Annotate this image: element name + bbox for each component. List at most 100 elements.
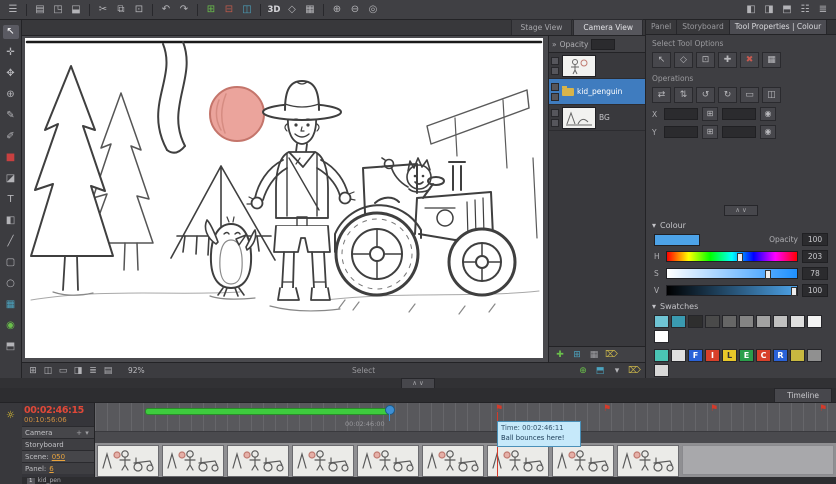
open-scene-icon[interactable]: ◳ [50, 3, 66, 17]
toggle-left-panel-icon[interactable]: ◧ [743, 3, 759, 17]
panel-thumbnail[interactable] [357, 445, 419, 477]
chevron-down-icon[interactable]: ▾ [652, 221, 656, 230]
colour-swatch[interactable] [671, 349, 686, 362]
current-colour-swatch[interactable] [654, 233, 700, 246]
distribute-icon[interactable]: ◫ [762, 87, 781, 103]
redo-icon[interactable]: ↷ [176, 3, 192, 17]
eraser-tool-icon[interactable]: ◪ [3, 172, 19, 186]
timeline-bottom-track[interactable]: 1 kid_pen [22, 477, 836, 484]
collapse-panel-icon[interactable]: » [552, 40, 557, 49]
colour-swatch[interactable]: L [722, 349, 737, 362]
lasso-select-icon[interactable]: ◇ [674, 52, 693, 68]
colour-swatch[interactable] [654, 364, 669, 377]
undo-icon[interactable]: ↶ [158, 3, 174, 17]
colour-swatch[interactable] [654, 330, 669, 343]
storyboard-track-header[interactable]: Storyboard [22, 438, 94, 450]
ellipse-tool-icon[interactable]: ○ [3, 277, 19, 291]
colour-swatch[interactable] [705, 315, 720, 328]
layer-lock-toggle[interactable] [551, 118, 559, 127]
fit-to-panel-icon[interactable]: ▭ [740, 87, 759, 103]
snap-option-icon[interactable]: ⊡ [696, 52, 715, 68]
panel-value-link[interactable]: 6 [49, 465, 53, 473]
tab-camera-view[interactable]: Camera View [573, 19, 643, 35]
position-marker-icon[interactable] [385, 405, 395, 415]
workspace-icon[interactable]: ☷ [797, 3, 813, 17]
colour-swatch-icon[interactable]: ■ [3, 151, 19, 165]
onion-skin-icon[interactable]: ◉ [3, 319, 19, 333]
value-value[interactable]: 100 [802, 284, 828, 297]
hand-tool-icon[interactable]: ✥ [3, 67, 19, 81]
saturation-value[interactable]: 78 [802, 267, 828, 280]
value-slider[interactable] [666, 285, 798, 296]
hue-slider[interactable] [666, 251, 798, 262]
select-tool-icon[interactable]: ↖ [2, 25, 19, 39]
colour-swatch[interactable] [688, 315, 703, 328]
layer-lock-toggle[interactable] [551, 66, 559, 75]
duplicate-panel-icon[interactable]: ◫ [239, 3, 255, 17]
list-view-icon[interactable]: ≣ [87, 364, 99, 378]
value-slider-handle[interactable] [791, 287, 798, 296]
colour-swatch[interactable]: R [773, 349, 788, 362]
3d-toggle-button[interactable]: 3D [266, 3, 282, 17]
x-offset-input[interactable] [722, 108, 756, 120]
chevron-down-icon[interactable]: ▾ [652, 302, 656, 311]
colour-swatch[interactable] [739, 315, 754, 328]
clear-selection-icon[interactable]: ✖ [740, 52, 759, 68]
layer-row[interactable]: BG [549, 105, 645, 131]
colour-swatch[interactable]: C [756, 349, 771, 362]
marker-flag-icon[interactable]: ⚑ [819, 404, 827, 414]
tab-stage-view[interactable]: Stage View [510, 19, 573, 35]
colour-swatch[interactable] [756, 315, 771, 328]
save-icon[interactable]: ⬓ [68, 3, 84, 17]
splitter-handle[interactable]: ∧ ∨ [401, 377, 435, 389]
toggle-right-panel-icon[interactable]: ◨ [761, 3, 777, 17]
cut-icon[interactable]: ✂ [95, 3, 111, 17]
layer-lock-toggle[interactable] [551, 92, 559, 101]
add-group-icon[interactable]: ⊞ [571, 348, 583, 362]
add-layer-icon[interactable]: ✚ [554, 348, 566, 362]
saturation-slider-handle[interactable] [765, 270, 772, 279]
add-keyframe-icon[interactable]: + [75, 429, 83, 437]
flip-horizontal-icon[interactable]: ⇄ [652, 87, 671, 103]
flip-vertical-icon[interactable]: ⇅ [674, 87, 693, 103]
colour-swatch[interactable] [807, 315, 822, 328]
pivot-centre-icon[interactable]: ◉ [760, 125, 776, 139]
panel-thumbnail[interactable] [292, 445, 354, 477]
colour-swatch[interactable] [722, 315, 737, 328]
marker-flag-icon[interactable]: ⚑ [603, 404, 611, 414]
layer-row-selected[interactable]: kid_penguin [549, 79, 645, 105]
x-input[interactable] [664, 108, 698, 120]
add-icon[interactable]: ⊕ [577, 364, 589, 378]
add-to-selection-icon[interactable]: ✚ [718, 52, 737, 68]
delete-icon[interactable]: ⌦ [628, 364, 641, 378]
panel-thumbnail[interactable] [617, 445, 679, 477]
line-tool-icon[interactable]: ╱ [3, 235, 19, 249]
hue-value[interactable]: 203 [802, 250, 828, 263]
hue-slider-handle[interactable] [736, 253, 743, 262]
tab-panel[interactable]: Panel [646, 20, 678, 34]
drawing-canvas[interactable] [25, 38, 543, 358]
reset-zoom-icon[interactable]: ◎ [365, 3, 381, 17]
saturation-slider[interactable] [666, 268, 798, 279]
duplicate-layer-icon[interactable]: ▦ [588, 348, 600, 362]
single-view-icon[interactable]: ▭ [57, 364, 69, 378]
panel-thumbnail[interactable] [422, 445, 484, 477]
zoom-out-icon[interactable]: ⊖ [347, 3, 363, 17]
zoom-in-icon[interactable]: ⊕ [329, 3, 345, 17]
colour-swatch[interactable]: I [705, 349, 720, 362]
splitter-handle[interactable]: ∧ ∨ [724, 205, 758, 216]
opacity-input[interactable] [591, 38, 616, 50]
y-input[interactable] [664, 126, 698, 138]
paint-tool-icon[interactable]: ◧ [3, 214, 19, 228]
layer-grid-icon[interactable]: ▦ [3, 298, 19, 312]
rectangle-tool-icon[interactable]: ▢ [3, 256, 19, 270]
panel-view-icon[interactable]: ⬒ [3, 340, 19, 354]
text-tool-icon[interactable]: T [3, 193, 19, 207]
colour-swatch[interactable] [654, 315, 669, 328]
timeline-ruler[interactable]: 00:02:46:00 ⚑ ⚑ ⚑ ⚑ [95, 403, 836, 431]
panel-thumbnail[interactable] [162, 445, 224, 477]
select-tool-icon[interactable]: ↖ [652, 52, 671, 68]
layer-visibility-toggle[interactable] [551, 108, 559, 117]
colour-swatch[interactable] [654, 349, 669, 362]
pivot-grid-icon[interactable]: ⊞ [702, 107, 718, 121]
